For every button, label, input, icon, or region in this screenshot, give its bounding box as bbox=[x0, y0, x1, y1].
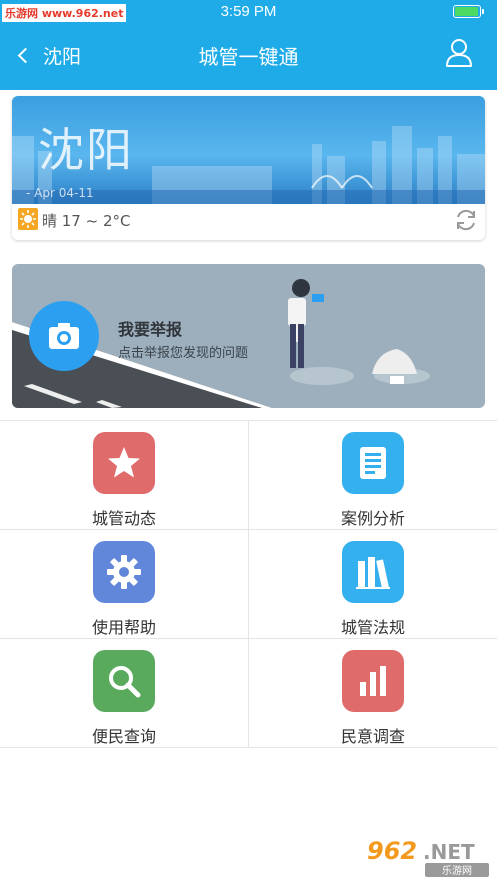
grid-item-label: 便民查询 bbox=[91, 727, 156, 746]
user-icon bbox=[446, 39, 472, 67]
grid-item-public-query[interactable]: 便民查询 bbox=[0, 639, 248, 748]
weather-card[interactable]: 沈阳 - Apr 04-11 晴 17 ~ 2°C bbox=[12, 96, 485, 240]
gear-icon bbox=[93, 541, 155, 603]
back-label: 沈阳 bbox=[43, 45, 82, 68]
grid-item-label: 使用帮助 bbox=[91, 618, 156, 637]
weather-city: 沈阳 bbox=[38, 123, 134, 177]
report-subtitle: 点击举报您发现的问题 bbox=[118, 346, 249, 361]
status-bar: 乐游网 www.962.net 3:59 PM bbox=[0, 0, 497, 24]
user-button[interactable] bbox=[445, 38, 473, 68]
document-icon bbox=[342, 432, 404, 494]
search-icon bbox=[93, 650, 155, 712]
books-icon bbox=[342, 541, 404, 603]
svg-text:乐游网: 乐游网 bbox=[442, 864, 472, 877]
weather-date: - Apr 04-11 bbox=[26, 186, 94, 200]
app-header: 乐游网 www.962.net 3:59 PM 沈阳 城管一键通 bbox=[0, 0, 497, 90]
star-icon bbox=[93, 432, 155, 494]
chevron-left-icon bbox=[17, 47, 34, 63]
svg-text:962: 962 bbox=[367, 837, 417, 865]
camera-icon bbox=[49, 323, 79, 349]
watermark-logo: 962 .NET 乐游网 bbox=[363, 833, 493, 879]
sun-icon bbox=[18, 208, 38, 230]
battery-icon bbox=[453, 5, 484, 18]
weather-info-row: 晴 17 ~ 2°C bbox=[12, 204, 485, 240]
function-grid: 城管动态 案例分析 使用帮助 城管法规 便民查询 民意调查 bbox=[0, 420, 497, 748]
grid-item-label: 城管动态 bbox=[91, 509, 156, 528]
city-skyline-image: 沈阳 - Apr 04-11 bbox=[12, 96, 485, 204]
bar-chart-icon bbox=[342, 650, 404, 712]
grid-item-city-news[interactable]: 城管动态 bbox=[0, 421, 248, 530]
grid-item-regulations[interactable]: 城管法规 bbox=[248, 530, 497, 639]
report-title: 我要举报 bbox=[118, 320, 183, 339]
battery-level bbox=[455, 7, 478, 16]
grid-item-label: 城管法规 bbox=[340, 618, 405, 637]
grid-item-label: 民意调查 bbox=[340, 727, 405, 746]
status-time: 3:59 PM bbox=[220, 3, 277, 20]
back-button[interactable]: 沈阳 bbox=[14, 40, 81, 70]
grid-item-case-analysis[interactable]: 案例分析 bbox=[248, 421, 497, 530]
report-banner[interactable]: 我要举报 点击举报您发现的问题 bbox=[12, 264, 485, 408]
grid-item-help[interactable]: 使用帮助 bbox=[0, 530, 248, 639]
grid-item-label: 案例分析 bbox=[340, 509, 405, 528]
refresh-icon[interactable] bbox=[453, 207, 479, 233]
svg-text:.NET: .NET bbox=[423, 840, 475, 864]
weather-summary: 晴 17 ~ 2°C bbox=[42, 212, 131, 230]
grid-item-survey[interactable]: 民意调查 bbox=[248, 639, 497, 748]
camera-button[interactable] bbox=[29, 301, 99, 371]
